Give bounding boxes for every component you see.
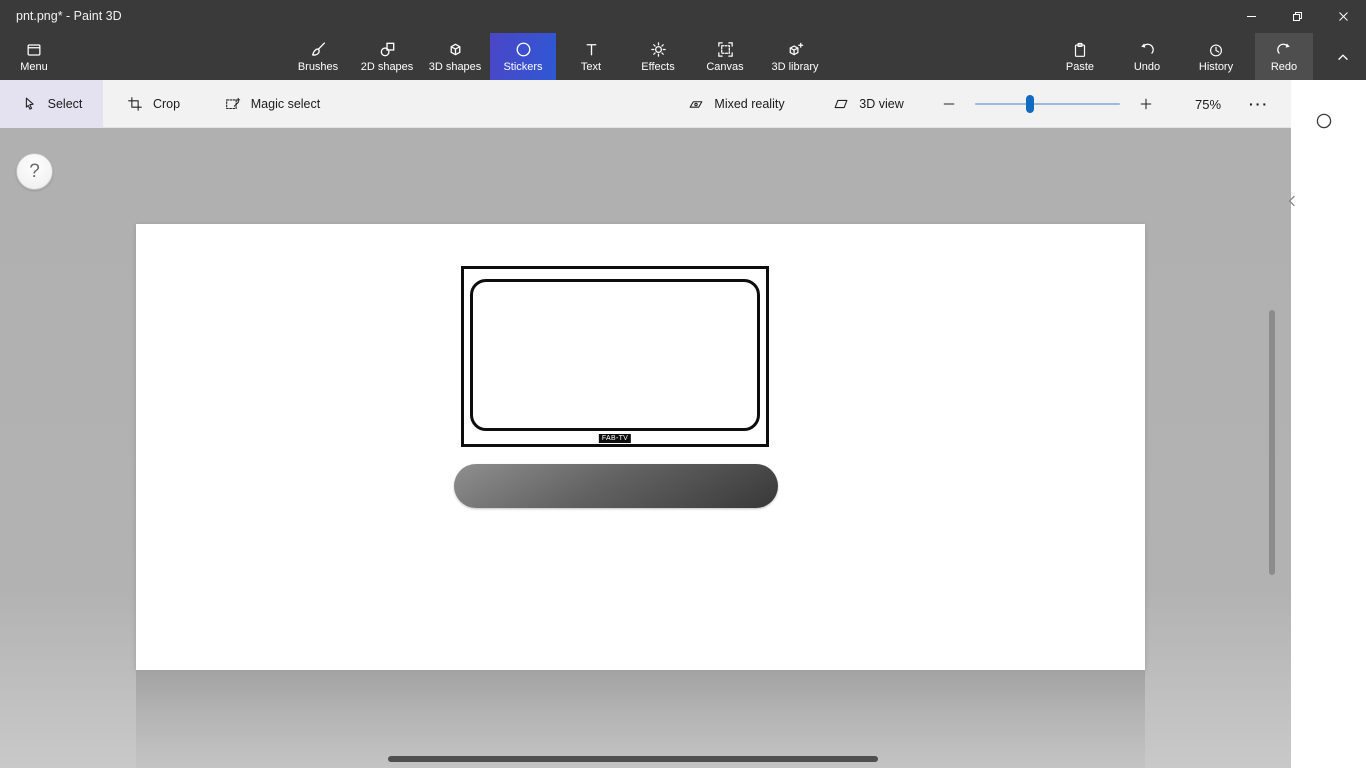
action-label: Paste [1065, 60, 1095, 73]
magic-select-button[interactable]: Magic select [206, 80, 338, 128]
3d-view-button[interactable]: 3D view [812, 80, 924, 128]
stickers-side-panel [1288, 80, 1366, 768]
toolbar-tab-canvas[interactable]: Canvas [693, 33, 757, 80]
history-icon [1207, 41, 1225, 59]
toolbar-tab-label: 2D shapes [360, 61, 414, 73]
3d-view-icon [832, 95, 850, 113]
tv-sticker-outline: FAB-TV [461, 266, 769, 447]
panel-expand-button[interactable] [1283, 191, 1301, 211]
mixed-reality-label: Mixed reality [714, 97, 785, 111]
cursor-icon [21, 95, 39, 113]
undo-icon [1138, 41, 1156, 59]
toolbar-tab-3d-shapes[interactable]: 3D shapes [422, 33, 488, 80]
3d-library-icon [786, 40, 805, 59]
magic-select-icon [224, 95, 242, 113]
toolbar-tab-stickers[interactable]: Stickers [490, 33, 556, 80]
zoom-in-button[interactable] [1130, 80, 1162, 128]
main-toolbar: Menu Brushes 2D shapes 3D shapes Sticker… [0, 33, 1366, 80]
3d-view-label: 3D view [859, 97, 904, 111]
2d-shapes-icon [378, 40, 397, 59]
toolbar-tab-label: Stickers [503, 61, 543, 73]
menu-label: Menu [20, 60, 48, 73]
crop-tool-button[interactable]: Crop [110, 80, 196, 128]
magic-select-label: Magic select [250, 97, 321, 111]
zoom-slider[interactable] [975, 80, 1120, 128]
menu-button[interactable]: Menu [10, 33, 58, 80]
more-options-button[interactable]: ··· [1240, 80, 1278, 128]
3d-shapes-icon [446, 40, 465, 59]
toolbar-tab-label: Text [580, 61, 602, 73]
effects-icon [649, 40, 668, 59]
toolbar-tab-2d-shapes[interactable]: 2D shapes [354, 33, 420, 80]
window-title: pnt.png* - Paint 3D [16, 9, 122, 23]
zoom-percentage[interactable]: 75% [1180, 80, 1236, 128]
minimize-button[interactable] [1228, 0, 1274, 33]
action-label: History [1198, 60, 1234, 73]
text-icon [582, 40, 601, 59]
horizontal-scrollbar[interactable] [388, 756, 878, 762]
drawing-canvas[interactable]: FAB-TV [136, 224, 1145, 670]
select-tool-button[interactable]: Select [0, 80, 103, 128]
toolbar-tab-brushes[interactable]: Brushes [285, 33, 351, 80]
gray-pill-shape [454, 464, 778, 508]
minus-icon [941, 96, 957, 112]
workspace: ? FAB-TV [0, 128, 1291, 768]
ellipsis-icon: ··· [1249, 96, 1269, 112]
paste-icon [1071, 41, 1089, 59]
toolbar-tab-3d-library[interactable]: 3D library [759, 33, 831, 80]
history-button[interactable]: History [1187, 33, 1245, 80]
paste-button[interactable]: Paste [1051, 33, 1109, 80]
tv-brand-badge: FAB-TV [598, 434, 632, 443]
close-icon [1338, 11, 1349, 22]
mixed-reality-icon [687, 95, 705, 113]
mixed-reality-button[interactable]: Mixed reality [668, 80, 804, 128]
vertical-scrollbar[interactable] [1269, 310, 1275, 575]
menu-icon [25, 41, 43, 59]
brush-icon [309, 40, 328, 59]
titlebar: pnt.png* - Paint 3D [0, 0, 1366, 33]
tv-screen-outline [470, 279, 760, 431]
toolbar-tab-effects[interactable]: Effects [625, 33, 691, 80]
window-controls [1228, 0, 1366, 33]
restore-icon [1292, 11, 1303, 22]
plus-icon [1138, 96, 1154, 112]
chevron-left-icon [1286, 194, 1298, 208]
undo-button[interactable]: Undo [1118, 33, 1176, 80]
crop-icon [126, 95, 144, 113]
select-label: Select [47, 97, 83, 111]
collapse-ribbon-button[interactable] [1320, 33, 1366, 80]
zoom-slider-track[interactable] [975, 103, 1120, 105]
toolbar-tab-label: Effects [641, 61, 675, 73]
zoom-slider-thumb[interactable] [1026, 95, 1034, 113]
crop-label: Crop [152, 97, 181, 111]
toolbar-tab-label: 3D shapes [428, 61, 482, 73]
toolbar-tab-label: 3D library [771, 61, 819, 73]
tool-options-ribbon: Select Crop Magic select Mixed reality 3… [0, 80, 1366, 128]
zoom-out-button[interactable] [933, 80, 965, 128]
sticker-panel-icon[interactable] [1314, 111, 1334, 131]
help-button[interactable]: ? [16, 153, 53, 190]
close-button[interactable] [1320, 0, 1366, 33]
minimize-icon [1246, 11, 1257, 22]
toolbar-tab-label: Canvas [706, 61, 744, 73]
redo-button[interactable]: Redo [1255, 33, 1313, 80]
toolbar-tab-label: Brushes [297, 61, 339, 73]
canvas-icon [716, 40, 735, 59]
action-label: Undo [1133, 60, 1161, 73]
restore-button[interactable] [1274, 0, 1320, 33]
chevron-up-icon [1334, 48, 1352, 66]
stickers-icon [514, 40, 533, 59]
canvas-reflection [136, 670, 1145, 768]
action-label: Redo [1270, 60, 1298, 73]
toolbar-tab-text[interactable]: Text [558, 33, 624, 80]
help-question-glyph: ? [29, 160, 40, 182]
redo-icon [1275, 41, 1293, 59]
